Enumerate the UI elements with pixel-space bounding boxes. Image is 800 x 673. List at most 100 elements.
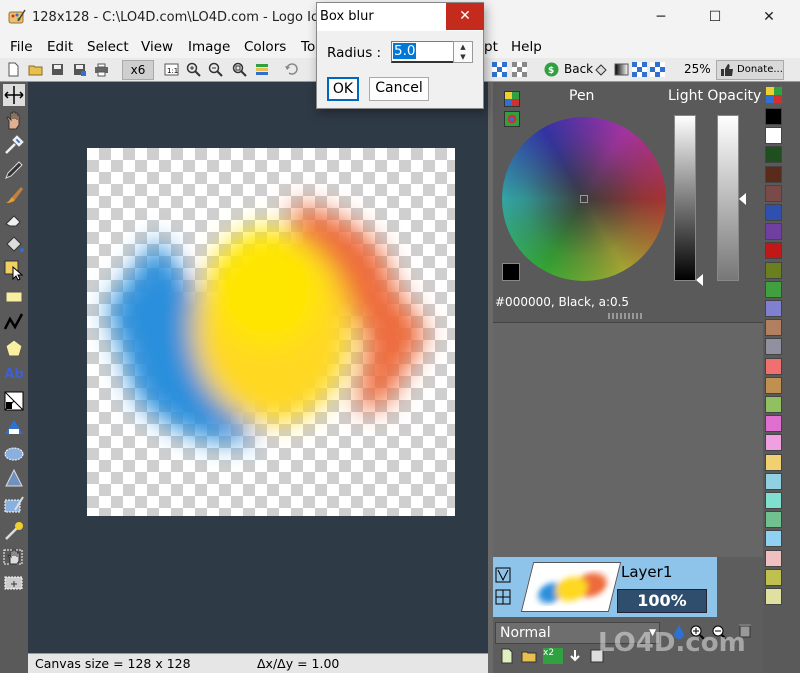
menu-colors[interactable]: Colors	[244, 39, 286, 55]
magic-wand-icon[interactable]	[3, 520, 25, 542]
menu-view[interactable]: View	[141, 39, 173, 55]
current-color-swatch[interactable]	[502, 263, 520, 281]
opacity-slider[interactable]	[717, 115, 739, 281]
spin-up-icon[interactable]: ▲	[454, 42, 472, 52]
transparency-grid-icon[interactable]	[492, 62, 507, 77]
palette-swatch[interactable]	[765, 338, 782, 356]
menu-script[interactable]: pt	[484, 39, 498, 55]
lightness-slider[interactable]	[674, 115, 696, 281]
duplicate-layer-button[interactable]: x2	[543, 648, 563, 664]
palette-swatch[interactable]	[765, 319, 782, 337]
back-arrow-icon[interactable]: $	[544, 62, 559, 77]
ok-button[interactable]: OK	[327, 77, 359, 101]
palette-swatch[interactable]	[765, 549, 782, 567]
palette-swatch[interactable]	[765, 588, 782, 605]
palette-mode-icon[interactable]	[504, 91, 520, 107]
palette-swatch[interactable]	[765, 223, 782, 241]
add-layer-icon[interactable]	[499, 648, 515, 664]
palette-swatch[interactable]	[765, 108, 782, 125]
zoom-fit-icon[interactable]	[232, 62, 247, 77]
selection-pen-icon[interactable]	[3, 494, 25, 516]
palette-swatch[interactable]	[765, 530, 782, 548]
palette-swatch[interactable]	[765, 184, 782, 202]
palette-swatch[interactable]	[765, 127, 782, 145]
polygon-tool-icon[interactable]	[3, 337, 25, 359]
palette-swatch[interactable]	[765, 261, 782, 279]
checker-blue-icon[interactable]	[632, 62, 647, 77]
palette-menu-icon[interactable]	[766, 87, 782, 103]
color-wheel-marker[interactable]	[580, 195, 588, 203]
undo-icon[interactable]	[284, 62, 299, 77]
move-selected-icon[interactable]	[3, 572, 25, 594]
polyline-tool-icon[interactable]	[3, 311, 25, 333]
dialog-close-button[interactable]: ✕	[446, 3, 484, 30]
gradient-icon[interactable]	[614, 62, 629, 77]
cancel-button[interactable]: Cancel	[369, 77, 429, 101]
new-file-icon[interactable]	[6, 62, 21, 77]
gradient-tool-icon[interactable]	[3, 416, 25, 438]
menu-edit[interactable]: Edit	[47, 39, 73, 55]
radius-spinner[interactable]: ▲ ▼	[453, 41, 473, 63]
layer-opacity[interactable]: 100%	[617, 589, 707, 613]
palette-swatch[interactable]	[765, 415, 782, 433]
hand-select-icon[interactable]	[3, 546, 25, 568]
swap-colors-icon[interactable]	[504, 111, 520, 127]
layer-row[interactable]: Layer1 100%	[493, 557, 717, 617]
minimize-button[interactable]: ─	[638, 0, 684, 34]
palette-swatch[interactable]	[765, 492, 782, 509]
canvas-area[interactable]	[28, 82, 488, 653]
opacity-slider-handle[interactable]	[739, 193, 746, 205]
palette-swatch[interactable]	[765, 146, 782, 164]
maximize-button[interactable]: ☐	[692, 0, 738, 34]
palette-swatch[interactable]	[765, 434, 782, 452]
checker-gray-icon[interactable]	[512, 62, 527, 77]
save-icon[interactable]	[50, 62, 65, 77]
color-picker-icon[interactable]	[3, 134, 25, 156]
palette-swatch[interactable]	[765, 568, 782, 586]
fill-bucket-icon[interactable]	[594, 62, 609, 77]
palette-swatch[interactable]	[765, 204, 782, 221]
layer-visible-checkbox-icon[interactable]	[495, 567, 511, 583]
spin-down-icon[interactable]: ▼	[454, 52, 472, 62]
zoom-out-icon[interactable]	[208, 62, 223, 77]
palette-swatch[interactable]	[765, 511, 782, 529]
palette-swatch[interactable]	[765, 453, 782, 471]
checker-blue-alt-icon[interactable]	[650, 62, 665, 77]
palette-swatch[interactable]	[765, 472, 782, 490]
resize-grip[interactable]	[608, 313, 644, 319]
layer-name[interactable]: Layer1	[621, 563, 672, 581]
radius-input[interactable]: 5.0	[391, 41, 455, 63]
eraser-tool-icon[interactable]	[3, 209, 25, 231]
rectangle-tool-icon[interactable]	[3, 286, 25, 308]
brush-tool-icon[interactable]	[3, 184, 25, 206]
zoom-in-icon[interactable]	[186, 62, 201, 77]
palette-swatch[interactable]	[765, 242, 782, 260]
open-layer-icon[interactable]	[521, 648, 537, 664]
palette-swatch[interactable]	[765, 396, 782, 413]
fill-tool-icon[interactable]	[3, 234, 25, 256]
phong-tool-icon[interactable]	[3, 468, 25, 490]
open-folder-icon[interactable]	[28, 62, 43, 77]
merge-down-icon[interactable]	[567, 648, 583, 664]
text-tool[interactable]: Ab	[3, 364, 25, 386]
palette-swatch[interactable]	[765, 300, 782, 317]
pen-tool-icon[interactable]	[3, 159, 25, 181]
zoom-factor-button[interactable]: x6	[122, 60, 154, 80]
save-as-icon[interactable]	[72, 62, 87, 77]
palette-swatch[interactable]	[765, 357, 782, 375]
actual-size-icon[interactable]: 1:1	[164, 62, 179, 77]
move-selection-tool-icon[interactable]	[3, 84, 25, 106]
back-button[interactable]: Back	[564, 62, 593, 76]
image-canvas[interactable]	[87, 148, 455, 516]
palette-swatch[interactable]	[765, 376, 782, 394]
hand-pan-icon[interactable]	[3, 109, 25, 131]
menu-tools[interactable]: To	[301, 39, 315, 55]
cloud-shape-tool-icon[interactable]	[3, 442, 25, 464]
select-tool-icon[interactable]	[3, 259, 25, 281]
lightness-slider-handle[interactable]	[696, 274, 703, 286]
layer-grid-icon[interactable]	[495, 589, 511, 605]
palette-swatch[interactable]	[765, 165, 782, 183]
layers-icon[interactable]	[255, 62, 270, 77]
print-icon[interactable]	[94, 62, 109, 77]
menu-image[interactable]: Image	[188, 39, 230, 55]
